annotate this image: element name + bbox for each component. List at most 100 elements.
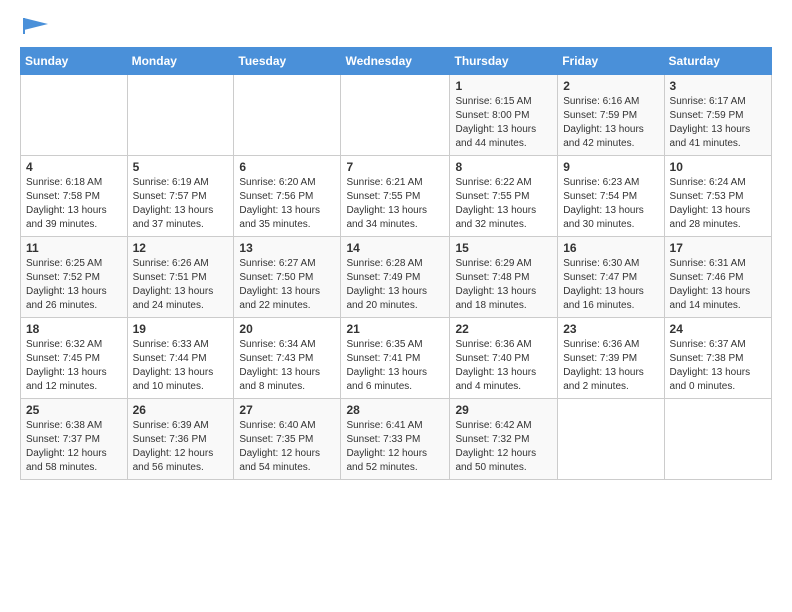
day-number: 9 [563,160,658,174]
calendar-cell: 3 Sunrise: 6:17 AM Sunset: 7:59 PM Daylig… [664,75,771,156]
calendar-cell: 18 Sunrise: 6:32 AM Sunset: 7:45 PM Dayli… [21,318,128,399]
header-monday: Monday [127,48,234,75]
day-number: 26 [133,403,229,417]
day-detail: Sunrise: 6:26 AM Sunset: 7:51 PM Dayligh… [133,257,229,313]
day-number: 7 [346,160,444,174]
calendar-cell: 14 Sunrise: 6:28 AM Sunset: 7:49 PM Dayli… [341,237,450,318]
day-detail: Sunrise: 6:37 AM Sunset: 7:38 PM Dayligh… [670,338,766,394]
calendar-cell: 9 Sunrise: 6:23 AM Sunset: 7:54 PM Daylig… [558,156,664,237]
day-number: 21 [346,322,444,336]
day-number: 12 [133,241,229,255]
day-number: 2 [563,79,658,93]
day-number: 27 [239,403,335,417]
day-detail: Sunrise: 6:31 AM Sunset: 7:46 PM Dayligh… [670,257,766,313]
calendar-cell: 5 Sunrise: 6:19 AM Sunset: 7:57 PM Daylig… [127,156,234,237]
day-detail: Sunrise: 6:23 AM Sunset: 7:54 PM Dayligh… [563,176,658,232]
day-detail: Sunrise: 6:27 AM Sunset: 7:50 PM Dayligh… [239,257,335,313]
calendar-cell: 25 Sunrise: 6:38 AM Sunset: 7:37 PM Dayli… [21,399,128,480]
day-number: 25 [26,403,122,417]
day-number: 10 [670,160,766,174]
header-saturday: Saturday [664,48,771,75]
calendar-week-1: 1 Sunrise: 6:15 AM Sunset: 8:00 PM Daylig… [21,75,772,156]
day-detail: Sunrise: 6:32 AM Sunset: 7:45 PM Dayligh… [26,338,122,394]
calendar-cell: 13Sunrise: 6:27 AM Sunset: 7:50 PM Dayli… [234,237,341,318]
day-number: 5 [133,160,229,174]
calendar-cell: 24 Sunrise: 6:37 AM Sunset: 7:38 PM Dayli… [664,318,771,399]
calendar-cell: 26 Sunrise: 6:39 AM Sunset: 7:36 PM Dayli… [127,399,234,480]
day-detail: Sunrise: 6:41 AM Sunset: 7:33 PM Dayligh… [346,419,444,475]
day-number: 29 [455,403,552,417]
day-number: 23 [563,322,658,336]
calendar-table: SundayMondayTuesdayWednesdayThursdayFrid… [20,47,772,480]
day-number: 6 [239,160,335,174]
day-detail: Sunrise: 6:18 AM Sunset: 7:58 PM Dayligh… [26,176,122,232]
day-number: 16 [563,241,658,255]
day-number: 3 [670,79,766,93]
day-detail: Sunrise: 6:35 AM Sunset: 7:41 PM Dayligh… [346,338,444,394]
calendar-cell: 4 Sunrise: 6:18 AM Sunset: 7:58 PM Daylig… [21,156,128,237]
calendar-cell: 8 Sunrise: 6:22 AM Sunset: 7:55 PM Daylig… [450,156,558,237]
day-detail: Sunrise: 6:22 AM Sunset: 7:55 PM Dayligh… [455,176,552,232]
calendar-cell: 15 Sunrise: 6:29 AM Sunset: 7:48 PM Dayli… [450,237,558,318]
calendar-cell: 7 Sunrise: 6:21 AM Sunset: 7:55 PM Daylig… [341,156,450,237]
calendar-cell: 12 Sunrise: 6:26 AM Sunset: 7:51 PM Dayli… [127,237,234,318]
day-number: 28 [346,403,444,417]
day-detail: Sunrise: 6:24 AM Sunset: 7:53 PM Dayligh… [670,176,766,232]
calendar-cell [341,75,450,156]
day-detail: Sunrise: 6:30 AM Sunset: 7:47 PM Dayligh… [563,257,658,313]
calendar-cell: 16 Sunrise: 6:30 AM Sunset: 7:47 PM Dayli… [558,237,664,318]
calendar-cell: 1 Sunrise: 6:15 AM Sunset: 8:00 PM Daylig… [450,75,558,156]
logo [20,16,50,41]
day-detail: Sunrise: 6:20 AM Sunset: 7:56 PM Dayligh… [239,176,335,232]
calendar-cell: 28 Sunrise: 6:41 AM Sunset: 7:33 PM Dayli… [341,399,450,480]
calendar-cell: 19 Sunrise: 6:33 AM Sunset: 7:44 PM Dayli… [127,318,234,399]
day-number: 14 [346,241,444,255]
day-detail: Sunrise: 6:29 AM Sunset: 7:48 PM Dayligh… [455,257,552,313]
calendar-cell: 2 Sunrise: 6:16 AM Sunset: 7:59 PM Daylig… [558,75,664,156]
calendar-cell: 27 Sunrise: 6:40 AM Sunset: 7:35 PM Dayli… [234,399,341,480]
day-number: 22 [455,322,552,336]
calendar-cell: 23 Sunrise: 6:36 AM Sunset: 7:39 PM Dayli… [558,318,664,399]
day-number: 11 [26,241,122,255]
day-number: 18 [26,322,122,336]
day-number: 17 [670,241,766,255]
day-detail: Sunrise: 6:15 AM Sunset: 8:00 PM Dayligh… [455,95,552,151]
calendar-cell [558,399,664,480]
day-number: 19 [133,322,229,336]
day-detail: Sunrise: 6:36 AM Sunset: 7:39 PM Dayligh… [563,338,658,394]
day-number: 24 [670,322,766,336]
day-detail: Sunrise: 6:17 AM Sunset: 7:59 PM Dayligh… [670,95,766,151]
calendar-cell: 10 Sunrise: 6:24 AM Sunset: 7:53 PM Dayli… [664,156,771,237]
day-number: 8 [455,160,552,174]
day-detail: Sunrise: 6:28 AM Sunset: 7:49 PM Dayligh… [346,257,444,313]
day-detail: Sunrise: 6:21 AM Sunset: 7:55 PM Dayligh… [346,176,444,232]
day-detail: Sunrise: 6:40 AM Sunset: 7:35 PM Dayligh… [239,419,335,475]
calendar-cell [127,75,234,156]
day-detail: Sunrise: 6:34 AM Sunset: 7:43 PM Dayligh… [239,338,335,394]
calendar-week-2: 4 Sunrise: 6:18 AM Sunset: 7:58 PM Daylig… [21,156,772,237]
day-detail: Sunrise: 6:19 AM Sunset: 7:57 PM Dayligh… [133,176,229,232]
header-thursday: Thursday [450,48,558,75]
calendar-cell [664,399,771,480]
day-detail: Sunrise: 6:33 AM Sunset: 7:44 PM Dayligh… [133,338,229,394]
day-number: 1 [455,79,552,93]
day-number: 20 [239,322,335,336]
header-friday: Friday [558,48,664,75]
calendar-week-4: 18 Sunrise: 6:32 AM Sunset: 7:45 PM Dayli… [21,318,772,399]
calendar-cell: 21 Sunrise: 6:35 AM Sunset: 7:41 PM Dayli… [341,318,450,399]
day-number: 4 [26,160,122,174]
calendar-cell: 11Sunrise: 6:25 AM Sunset: 7:52 PM Dayli… [21,237,128,318]
day-detail: Sunrise: 6:38 AM Sunset: 7:37 PM Dayligh… [26,419,122,475]
logo-flag-icon [22,16,50,36]
calendar-header-row: SundayMondayTuesdayWednesdayThursdayFrid… [21,48,772,75]
calendar-week-5: 25 Sunrise: 6:38 AM Sunset: 7:37 PM Dayli… [21,399,772,480]
logo-wordmark [20,16,50,41]
header-sunday: Sunday [21,48,128,75]
day-number: 15 [455,241,552,255]
calendar-week-3: 11Sunrise: 6:25 AM Sunset: 7:52 PM Dayli… [21,237,772,318]
day-detail: Sunrise: 6:42 AM Sunset: 7:32 PM Dayligh… [455,419,552,475]
day-detail: Sunrise: 6:39 AM Sunset: 7:36 PM Dayligh… [133,419,229,475]
day-detail: Sunrise: 6:36 AM Sunset: 7:40 PM Dayligh… [455,338,552,394]
calendar-cell [234,75,341,156]
day-detail: Sunrise: 6:16 AM Sunset: 7:59 PM Dayligh… [563,95,658,151]
